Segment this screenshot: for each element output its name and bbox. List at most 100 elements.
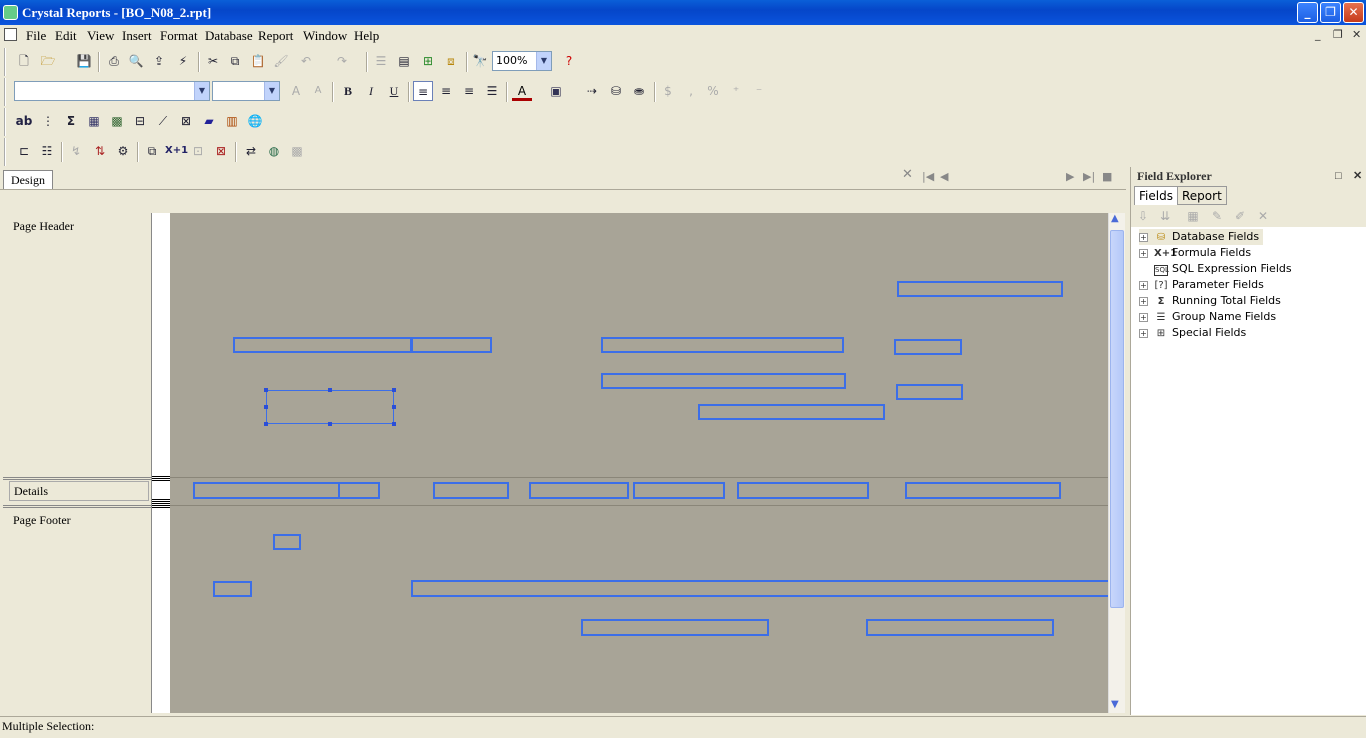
report-field[interactable] <box>273 534 301 550</box>
format-painter-icon[interactable]: 🖌 <box>271 51 291 71</box>
close-view-icon[interactable]: ✕ <box>902 167 913 182</box>
web-icon[interactable]: ◍ <box>264 141 284 161</box>
report-field[interactable] <box>213 581 252 597</box>
summary-icon[interactable]: Σ <box>61 111 81 131</box>
scroll-down-icon[interactable]: ▼ <box>1111 699 1119 710</box>
italic-icon[interactable]: I <box>361 81 381 101</box>
first-page-icon[interactable]: |◀ <box>922 170 934 183</box>
font-name-combo[interactable]: ▼ <box>14 81 210 101</box>
align-left-icon[interactable]: ≡ <box>413 81 433 101</box>
previous-page-icon[interactable]: ◀ <box>940 170 948 183</box>
resize-handle[interactable] <box>264 422 268 426</box>
report-field[interactable] <box>601 373 846 389</box>
expand-icon[interactable]: + <box>1139 248 1148 258</box>
select-expert-icon[interactable]: ☷ <box>37 141 57 161</box>
expand-icon[interactable]: + <box>1139 328 1148 338</box>
decrease-font-icon[interactable]: A <box>308 81 328 101</box>
restore-button[interactable]: ❐ <box>1320 2 1341 23</box>
scroll-up-icon[interactable]: ▲ <box>1111 213 1119 224</box>
cut-icon[interactable]: ✂ <box>203 51 223 71</box>
stop-icon[interactable]: ■ <box>1102 170 1112 183</box>
minimize-button[interactable]: _ <box>1297 2 1318 23</box>
resize-handle[interactable] <box>264 388 268 392</box>
decrease-decimals-icon[interactable]: ⁻ <box>749 81 769 101</box>
report-field[interactable] <box>411 580 1111 597</box>
report-field[interactable] <box>529 482 629 499</box>
resize-handle[interactable] <box>392 422 396 426</box>
menu-window[interactable]: Window <box>303 28 347 44</box>
copy-icon[interactable]: ⧉ <box>225 51 245 71</box>
tree-item-formula-fields[interactable]: + X+1Formula Fields <box>1139 245 1251 261</box>
currency-icon[interactable]: $ <box>658 81 678 101</box>
find-icon[interactable]: 🔭 <box>470 51 490 71</box>
map-icon[interactable]: 🌐 <box>245 111 265 131</box>
report-explorer-icon[interactable]: ⊞ <box>418 51 438 71</box>
report-field[interactable] <box>433 482 509 499</box>
resize-handle[interactable] <box>392 388 396 392</box>
justify-icon[interactable]: ☰ <box>482 81 502 101</box>
olap-grid-icon[interactable]: ▩ <box>107 111 127 131</box>
tree-item-special-fields[interactable]: + ⊞ Special Fields <box>1139 325 1246 341</box>
report-field[interactable] <box>581 619 769 636</box>
resize-handle[interactable] <box>392 405 396 409</box>
box-tool-icon[interactable]: ⊠ <box>176 111 196 131</box>
report-field[interactable] <box>338 482 380 499</box>
report-field[interactable] <box>601 337 844 353</box>
refresh-icon[interactable]: ⚡ <box>173 51 193 71</box>
delete-field-icon[interactable]: ✕ <box>1253 206 1273 226</box>
help-icon[interactable]: ? <box>559 51 579 71</box>
section-expert-icon[interactable]: ⧉ <box>142 141 162 161</box>
menu-view[interactable]: View <box>87 28 114 44</box>
rename-field-icon[interactable]: ✐ <box>1230 206 1250 226</box>
bold-icon[interactable]: B <box>338 81 358 101</box>
increase-font-icon[interactable]: A <box>286 81 306 101</box>
increase-decimals-icon[interactable]: ⁺ <box>726 81 746 101</box>
report-field[interactable] <box>894 339 962 355</box>
chevron-down-icon[interactable]: ▼ <box>264 82 279 100</box>
paste-icon[interactable]: 📋 <box>248 51 268 71</box>
highlight-icon[interactable]: ⛁ <box>606 81 626 101</box>
expand-icon[interactable]: + <box>1139 296 1148 306</box>
new-field-icon[interactable]: ▦ <box>1183 206 1203 226</box>
resize-handle[interactable] <box>328 422 332 426</box>
template-expert-icon[interactable]: ⊠ <box>211 141 231 161</box>
report-field[interactable] <box>633 482 725 499</box>
undo-icon[interactable]: ↶ <box>296 51 316 71</box>
chevron-down-icon[interactable]: ▼ <box>536 52 551 70</box>
document-icon[interactable] <box>4 28 17 41</box>
close-button[interactable]: ✕ <box>1343 2 1364 23</box>
align-center-icon[interactable]: ≡ <box>436 81 456 101</box>
next-page-icon[interactable]: ▶ <box>1066 170 1074 183</box>
underline-icon[interactable]: U <box>384 81 404 101</box>
picture-icon[interactable]: ▰ <box>199 111 219 131</box>
report-field[interactable] <box>905 482 1061 499</box>
new-icon[interactable]: 🗋 <box>14 51 34 71</box>
format-editor-icon[interactable]: ⚙ <box>113 141 133 161</box>
save-icon[interactable]: 💾 <box>74 51 94 71</box>
align-right-icon[interactable]: ≡ <box>459 81 479 101</box>
menu-format[interactable]: Format <box>160 28 198 44</box>
chart-icon[interactable]: ▥ <box>222 111 242 131</box>
hyperlink-icon[interactable]: ⇄ <box>241 141 261 161</box>
mdi-minimize-icon[interactable]: _ <box>1315 28 1321 41</box>
chevron-down-icon[interactable]: ▼ <box>194 82 209 100</box>
report-field[interactable] <box>897 281 1063 297</box>
field-explorer-icon[interactable]: ▤ <box>394 51 414 71</box>
text-object-icon[interactable]: ab <box>14 111 34 131</box>
formula-workshop-icon[interactable]: X+1 <box>165 141 188 161</box>
highlighting-icon[interactable]: ⊡ <box>188 141 208 161</box>
tree-item-group-name-fields[interactable]: + ☰ Group Name Fields <box>1139 309 1276 325</box>
resize-handle[interactable] <box>264 405 268 409</box>
print-icon[interactable]: ⎙ <box>104 51 124 71</box>
vertical-scrollbar[interactable]: ▲ ▼ <box>1108 213 1125 713</box>
font-size-combo[interactable]: ▼ <box>212 81 280 101</box>
mdi-close-icon[interactable]: ✕ <box>1352 28 1361 41</box>
font-color-icon[interactable]: A <box>512 81 532 101</box>
expand-icon[interactable]: + <box>1139 232 1148 242</box>
report-field[interactable] <box>410 337 492 353</box>
border-icon[interactable]: ▣ <box>546 81 566 101</box>
group-icon[interactable]: ⋮ <box>38 111 58 131</box>
record-sort-icon[interactable]: ⇅ <box>90 141 110 161</box>
menu-report[interactable]: Report <box>258 28 293 44</box>
print-preview-icon[interactable]: 🔍 <box>126 51 146 71</box>
